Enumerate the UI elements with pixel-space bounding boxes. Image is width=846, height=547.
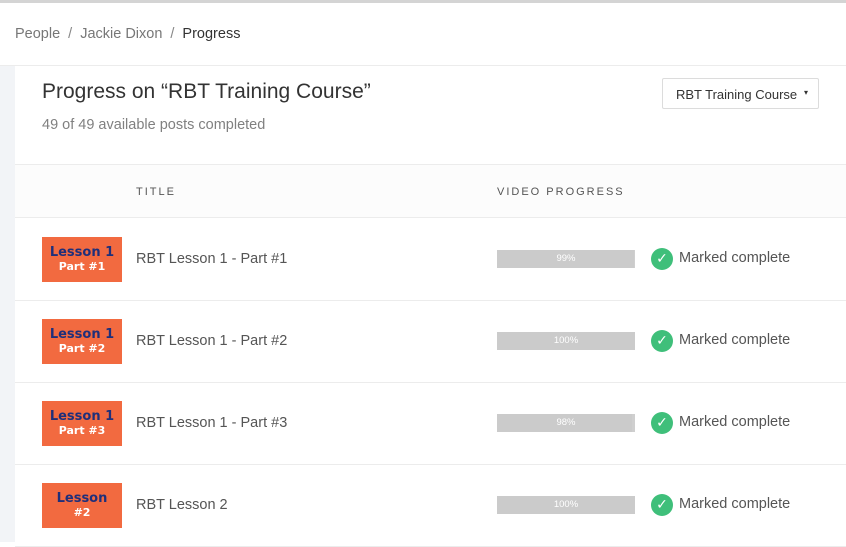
course-select[interactable]: RBT Training Course ▾ [662,78,819,109]
check-circle-icon: ✓ [651,494,673,516]
lesson-title[interactable]: RBT Lesson 1 - Part #1 [136,251,287,267]
column-header-title: TITLE [136,186,176,198]
table-row: Lesson 1 Part #3 RBT Lesson 1 - Part #3 … [15,383,846,465]
header-divider [0,65,846,66]
breadcrumb-separator: / [170,26,175,42]
completion-status: Marked complete [679,414,791,430]
progress-percent: 99% [556,253,576,264]
caret-down-icon: ▾ [803,88,808,97]
thumbnail-line2: Part #1 [58,260,106,274]
breadcrumb: People / Jackie Dixon / Progress [15,26,240,42]
left-gutter [0,66,15,542]
progress-percent: 100% [553,335,579,346]
completion-status: Marked complete [679,332,791,348]
video-progress-bar: 98% [497,414,635,432]
video-progress-bar: 99% [497,250,635,268]
thumbnail-line1: Lesson [56,490,108,506]
check-circle-icon: ✓ [651,412,673,434]
table-row: Lesson #2 RBT Lesson 2 100% ✓ Marked com… [15,465,846,547]
breadcrumb-separator: / [68,26,73,42]
course-select-value: RBT Training Course [676,87,798,102]
thumbnail-line1: Lesson 1 [49,244,115,260]
lesson-title[interactable]: RBT Lesson 2 [136,497,228,513]
lesson-thumbnail[interactable]: Lesson #2 [42,483,122,528]
top-border [0,0,846,3]
check-circle-icon: ✓ [651,248,673,270]
page-title: Progress on “RBT Training Course” [42,80,371,103]
breadcrumb-current: Progress [182,26,241,42]
lesson-thumbnail[interactable]: Lesson 1 Part #1 [42,237,122,282]
lesson-thumbnail[interactable]: Lesson 1 Part #2 [42,319,122,364]
video-progress-bar: 100% [497,332,635,350]
table-row: Lesson 1 Part #1 RBT Lesson 1 - Part #1 … [15,219,846,301]
completion-status: Marked complete [679,250,791,266]
video-progress-bar: 100% [497,496,635,514]
thumbnail-line1: Lesson 1 [49,326,115,342]
breadcrumb-user-link[interactable]: Jackie Dixon [80,26,162,42]
table-header: TITLE VIDEO PROGRESS [15,164,846,218]
column-header-video-progress: VIDEO PROGRESS [497,186,625,198]
completion-summary: 49 of 49 available posts completed [42,117,266,133]
thumbnail-line2: #2 [73,506,91,520]
completion-status: Marked complete [679,496,791,512]
breadcrumb-people-link[interactable]: People [15,26,60,42]
table-row: Lesson 1 Part #2 RBT Lesson 1 - Part #2 … [15,301,846,383]
thumbnail-line2: Part #2 [58,342,106,356]
thumbnail-line2: Part #3 [58,424,106,438]
lesson-title[interactable]: RBT Lesson 1 - Part #3 [136,415,287,431]
lesson-title[interactable]: RBT Lesson 1 - Part #2 [136,333,287,349]
check-circle-icon: ✓ [651,330,673,352]
lesson-thumbnail[interactable]: Lesson 1 Part #3 [42,401,122,446]
progress-percent: 100% [553,499,579,510]
progress-percent: 98% [556,417,576,428]
thumbnail-line1: Lesson 1 [49,408,115,424]
